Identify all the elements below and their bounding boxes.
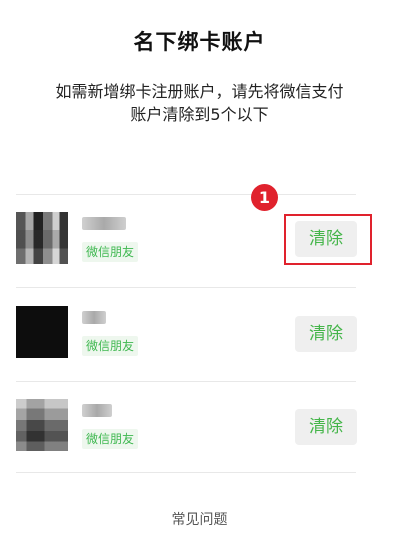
annotation-highlight-box: [284, 214, 372, 265]
faq-link[interactable]: 常见问题: [0, 509, 399, 529]
account-row: 微信朋友 清除: [0, 399, 399, 475]
clear-button[interactable]: 清除: [295, 409, 357, 445]
account-row: 微信朋友 清除: [0, 306, 399, 382]
avatar: [16, 212, 68, 264]
divider: [16, 194, 356, 195]
divider: [16, 287, 356, 288]
annotation-badge: 1: [251, 184, 278, 211]
account-name-blurred: [82, 404, 112, 417]
description-line-1: 如需新增绑卡注册账户，请先将微信支付: [55, 82, 344, 101]
description-line-2: 账户清除到5个以下: [130, 105, 269, 124]
divider: [16, 472, 356, 473]
clear-button[interactable]: 清除: [295, 316, 357, 352]
friend-tag: 微信朋友: [82, 242, 139, 262]
account-name-blurred: [82, 217, 126, 230]
page-description: 如需新增绑卡注册账户，请先将微信支付 账户清除到5个以下: [0, 80, 399, 126]
friend-tag: 微信朋友: [82, 336, 139, 356]
avatar: [16, 399, 68, 451]
page-title: 名下绑卡账户: [133, 30, 266, 54]
account-name-blurred: [82, 311, 106, 324]
avatar: [16, 306, 68, 358]
friend-tag: 微信朋友: [82, 429, 139, 449]
divider: [16, 381, 356, 382]
